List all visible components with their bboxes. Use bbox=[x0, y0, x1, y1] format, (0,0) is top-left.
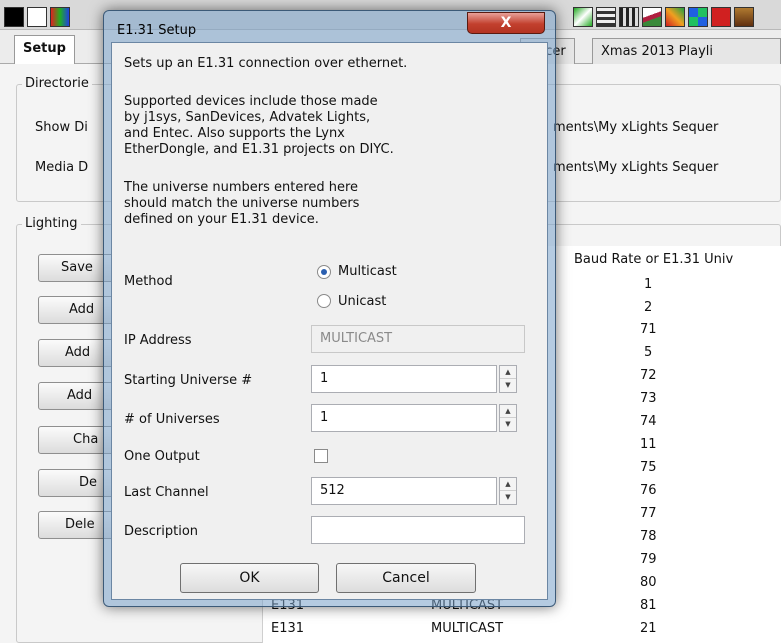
table-row[interactable]: 77 bbox=[640, 506, 657, 521]
table-row[interactable]: 79 bbox=[640, 552, 657, 567]
e131-setup-dialog: E1.31 Setup X Sets up an E1.31 connectio… bbox=[103, 10, 556, 607]
effect-icon-8[interactable] bbox=[734, 7, 754, 27]
description-field[interactable] bbox=[311, 516, 525, 544]
table-row[interactable]: 11 bbox=[640, 437, 657, 452]
table-row[interactable]: 5 bbox=[644, 345, 652, 360]
table-row[interactable]: 71 bbox=[640, 322, 657, 337]
effect-icon-7[interactable] bbox=[711, 7, 731, 27]
spin-down-icon[interactable]: ▼ bbox=[500, 379, 516, 392]
media-directory-label: Media D bbox=[35, 160, 89, 175]
directories-group-label: Directorie bbox=[22, 76, 92, 91]
table-row[interactable]: 2 bbox=[644, 300, 652, 315]
effect-icon-6[interactable] bbox=[688, 7, 708, 27]
last-channel-field[interactable]: 512 bbox=[311, 477, 497, 505]
supported-devices-line: Supported devices include those made bbox=[124, 94, 378, 109]
universe-note-line: should match the universe numbers bbox=[124, 196, 360, 211]
black-swatch-icon[interactable] bbox=[4, 7, 24, 27]
show-directory-path: ments\My xLights Sequer bbox=[553, 120, 719, 135]
last-channel-spinner[interactable]: ▲ ▼ bbox=[499, 477, 517, 505]
spin-up-icon[interactable]: ▲ bbox=[500, 478, 516, 491]
table-row[interactable]: 72 bbox=[640, 368, 657, 383]
starting-universe-field[interactable]: 1 bbox=[311, 365, 497, 393]
tab-xmas-2013-playlist[interactable]: Xmas 2013 Playli bbox=[592, 38, 781, 64]
tab-setup[interactable]: Setup bbox=[14, 35, 75, 65]
rgb-swatch-icon[interactable] bbox=[50, 7, 70, 27]
table-row[interactable]: 76 bbox=[640, 483, 657, 498]
one-output-checkbox[interactable] bbox=[314, 449, 328, 463]
starting-universe-spinner[interactable]: ▲ ▼ bbox=[499, 365, 517, 393]
table-row[interactable]: 78 bbox=[640, 529, 657, 544]
show-directory-label: Show Di bbox=[35, 120, 88, 135]
spin-down-icon[interactable]: ▼ bbox=[500, 491, 516, 504]
multicast-label[interactable]: Multicast bbox=[338, 264, 397, 280]
effect-icon-5[interactable] bbox=[665, 7, 685, 27]
effect-icon-3[interactable] bbox=[619, 7, 639, 27]
ip-address-label: IP Address bbox=[124, 333, 192, 348]
table-row[interactable]: 21 bbox=[640, 621, 657, 636]
ok-button[interactable]: OK bbox=[180, 563, 319, 593]
table-row-ip[interactable]: MULTICAST bbox=[431, 621, 503, 636]
table-row[interactable]: 75 bbox=[640, 460, 657, 475]
unicast-radio[interactable] bbox=[317, 294, 331, 308]
cancel-button[interactable]: Cancel bbox=[336, 563, 476, 593]
table-row[interactable]: 1 bbox=[644, 277, 652, 292]
dialog-title: E1.31 Setup bbox=[117, 23, 197, 38]
white-swatch-icon[interactable] bbox=[27, 7, 47, 27]
num-universes-label: # of Universes bbox=[124, 412, 220, 427]
table-row-type[interactable]: E131 bbox=[271, 621, 304, 636]
starting-universe-label: Starting Universe # bbox=[124, 373, 253, 388]
table-row[interactable]: 74 bbox=[640, 414, 657, 429]
close-button[interactable]: X bbox=[467, 12, 545, 34]
method-label: Method bbox=[124, 274, 173, 289]
spin-up-icon[interactable]: ▲ bbox=[500, 366, 516, 379]
last-channel-label: Last Channel bbox=[124, 485, 209, 500]
column-header-baud-rate[interactable]: Baud Rate or E1.31 Univ bbox=[574, 246, 733, 274]
one-output-label: One Output bbox=[124, 449, 200, 464]
dialog-body: Sets up an E1.31 connection over etherne… bbox=[111, 42, 548, 600]
supported-devices-line: EtherDongle, and E1.31 projects on DIYC. bbox=[124, 142, 394, 157]
num-universes-field[interactable]: 1 bbox=[311, 404, 497, 432]
num-universes-spinner[interactable]: ▲ ▼ bbox=[499, 404, 517, 432]
table-row[interactable]: 73 bbox=[640, 391, 657, 406]
close-icon: X bbox=[500, 15, 512, 31]
table-row[interactable]: 81 bbox=[640, 598, 657, 613]
effect-icon-2[interactable] bbox=[596, 7, 616, 27]
dialog-intro: Sets up an E1.31 connection over etherne… bbox=[124, 56, 408, 71]
effect-icon-1[interactable] bbox=[573, 7, 593, 27]
table-row[interactable]: 80 bbox=[640, 575, 657, 590]
supported-devices-line: and Entec. Also supports the Lynx bbox=[124, 126, 345, 141]
media-directory-path: ments\My xLights Sequer bbox=[553, 160, 719, 175]
spin-down-icon[interactable]: ▼ bbox=[500, 418, 516, 431]
effect-icon-4[interactable] bbox=[642, 7, 662, 27]
universe-note-line: The universe numbers entered here bbox=[124, 180, 359, 195]
universe-note-line: defined on your E1.31 device. bbox=[124, 212, 319, 227]
multicast-radio[interactable] bbox=[317, 265, 331, 279]
spin-up-icon[interactable]: ▲ bbox=[500, 405, 516, 418]
lighting-group-label: Lighting bbox=[22, 216, 81, 231]
description-label: Description bbox=[124, 524, 199, 539]
supported-devices-line: by j1sys, SanDevices, Advatek Lights, bbox=[124, 110, 371, 125]
ip-address-field[interactable]: MULTICAST bbox=[311, 325, 525, 353]
unicast-label[interactable]: Unicast bbox=[338, 294, 386, 310]
